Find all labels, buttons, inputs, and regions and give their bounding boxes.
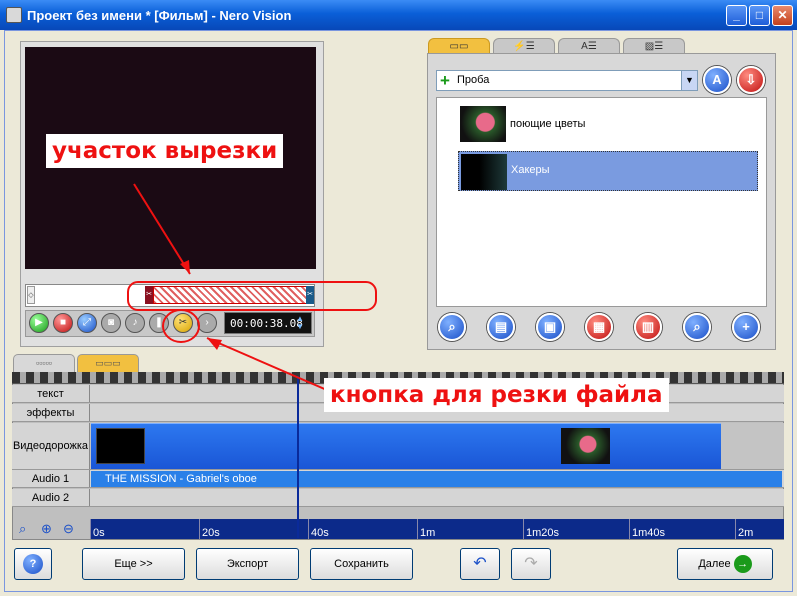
annotation-arrow	[207, 338, 222, 350]
annotation-overlay	[127, 183, 377, 395]
annotation-highlight	[162, 309, 200, 343]
annotation-arrow	[133, 183, 191, 275]
annotation-highlight	[127, 281, 377, 311]
annotation-cut-area: участок вырезки	[46, 134, 284, 168]
annotation-cut-button: кнопка для резки файла	[324, 378, 669, 412]
annotation-arrow	[206, 337, 337, 395]
